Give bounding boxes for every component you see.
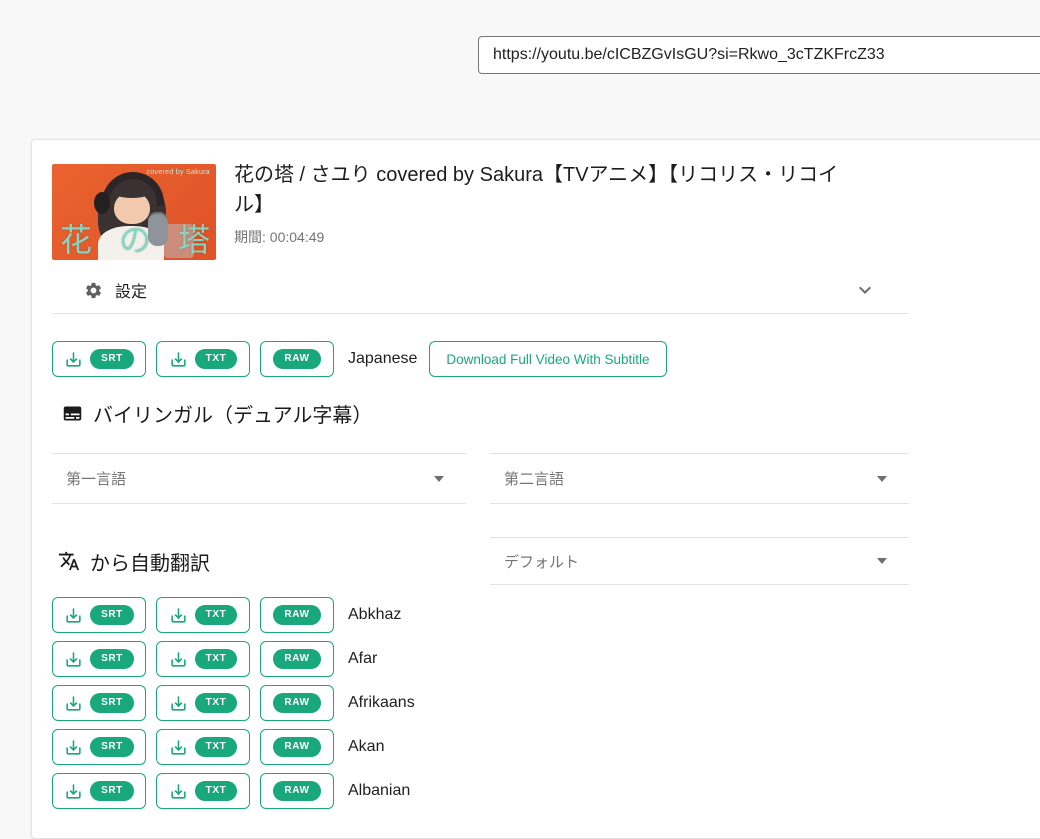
video-title: 花の塔 / さユり covered by Sakura【TVアニメ】【リコリス・… xyxy=(234,160,859,220)
download-full-video-button[interactable]: Download Full Video With Subtitle xyxy=(429,341,666,377)
srt-badge: SRT xyxy=(90,349,134,369)
first-language-select[interactable]: 第一言語 xyxy=(52,453,466,504)
download-icon xyxy=(64,350,83,369)
language-name: Akan xyxy=(348,738,384,756)
srt-badge: SRT xyxy=(90,693,134,713)
download-raw-button[interactable]: RAW xyxy=(260,773,334,809)
thumbnail-title-text: 花の塔 xyxy=(52,220,216,260)
download-raw-button[interactable]: RAW xyxy=(260,685,334,721)
second-language-select[interactable]: 第二言語 xyxy=(490,453,909,504)
download-icon xyxy=(64,738,83,757)
srt-badge: SRT xyxy=(90,781,134,801)
download-raw-button[interactable]: RAW xyxy=(260,341,334,377)
txt-badge: TXT xyxy=(195,649,238,669)
download-srt-button[interactable]: SRT xyxy=(52,685,146,721)
download-icon xyxy=(169,606,188,625)
srt-badge: SRT xyxy=(90,737,134,757)
auto-translate-heading-label: から自動翻訳 xyxy=(90,547,210,576)
raw-badge: RAW xyxy=(273,781,320,801)
subtitles-icon xyxy=(62,403,83,424)
main-downloads-row: SRT TXT RAW Japanese Download Full Video… xyxy=(52,341,1040,377)
download-txt-button[interactable]: TXT xyxy=(156,341,250,377)
download-srt-button[interactable]: SRT xyxy=(52,597,146,633)
download-srt-button[interactable]: SRT xyxy=(52,641,146,677)
language-row: SRT TXT RAW Afar xyxy=(52,641,1040,677)
auto-translate-heading: から自動翻訳 xyxy=(52,547,466,576)
headphone-earcup-shape xyxy=(94,192,110,214)
language-name: Afrikaans xyxy=(348,694,415,712)
raw-badge: RAW xyxy=(273,693,320,713)
translate-icon xyxy=(58,550,80,572)
language-name: Albanian xyxy=(348,782,410,800)
download-srt-button[interactable]: SRT xyxy=(52,341,146,377)
download-icon xyxy=(64,694,83,713)
language-row: SRT TXT RAW Albanian xyxy=(52,773,1040,809)
txt-badge: TXT xyxy=(195,737,238,757)
video-url-input[interactable] xyxy=(478,36,1040,74)
download-icon xyxy=(169,650,188,669)
language-name: Afar xyxy=(348,650,377,668)
video-card: covered by Sakura 花の塔 花の塔 / さユり covered … xyxy=(31,139,1040,839)
download-srt-button[interactable]: SRT xyxy=(52,773,146,809)
languages-list: SRT TXT RAW Abkhaz SRT TXT RAW xyxy=(52,597,1040,809)
raw-badge: RAW xyxy=(273,605,320,625)
txt-badge: TXT xyxy=(195,349,238,369)
download-icon xyxy=(169,694,188,713)
video-meta: 花の塔 / さユり covered by Sakura【TVアニメ】【リコリス・… xyxy=(234,160,859,260)
bilingual-heading-label: バイリンガル（デュアル字幕） xyxy=(93,399,372,428)
language-row: SRT TXT RAW Afrikaans xyxy=(52,685,1040,721)
bilingual-selects-row: 第一言語 第二言語 xyxy=(52,453,1040,504)
download-txt-button[interactable]: TXT xyxy=(156,729,250,765)
settings-header: 設定 xyxy=(84,278,147,302)
settings-accordion[interactable]: 設定 xyxy=(52,274,909,306)
first-language-placeholder: 第一言語 xyxy=(66,468,126,489)
download-icon xyxy=(169,350,188,369)
raw-badge: RAW xyxy=(273,737,320,757)
download-txt-button[interactable]: TXT xyxy=(156,685,250,721)
txt-badge: TXT xyxy=(195,693,238,713)
dropdown-caret-icon xyxy=(877,558,887,564)
download-icon xyxy=(64,606,83,625)
download-icon xyxy=(64,782,83,801)
language-name: Abkhaz xyxy=(348,606,401,624)
download-txt-button[interactable]: TXT xyxy=(156,641,250,677)
txt-badge: TXT xyxy=(195,781,238,801)
srt-badge: SRT xyxy=(90,649,134,669)
txt-badge: TXT xyxy=(195,605,238,625)
raw-badge: RAW xyxy=(273,649,320,669)
language-row: SRT TXT RAW Abkhaz xyxy=(52,597,1040,633)
video-duration: 期間: 00:04:49 xyxy=(234,227,859,247)
srt-badge: SRT xyxy=(90,605,134,625)
download-icon xyxy=(64,650,83,669)
download-raw-button[interactable]: RAW xyxy=(260,597,334,633)
download-icon xyxy=(169,738,188,757)
video-thumbnail: covered by Sakura 花の塔 xyxy=(52,164,216,260)
dropdown-caret-icon xyxy=(877,476,887,482)
download-txt-button[interactable]: TXT xyxy=(156,773,250,809)
download-srt-button[interactable]: SRT xyxy=(52,729,146,765)
download-raw-button[interactable]: RAW xyxy=(260,729,334,765)
download-icon xyxy=(169,782,188,801)
bilingual-heading: バイリンガル（デュアル字幕） xyxy=(62,399,1040,427)
headphone-shape xyxy=(102,172,164,206)
current-language-label: Japanese xyxy=(348,350,417,368)
download-raw-button[interactable]: RAW xyxy=(260,641,334,677)
thumbnail-credit-text: covered by Sakura xyxy=(147,169,210,176)
dropdown-caret-icon xyxy=(434,476,444,482)
default-language-select[interactable]: デフォルト xyxy=(490,537,909,585)
gear-icon xyxy=(84,281,103,300)
chevron-down-icon[interactable] xyxy=(853,278,877,302)
divider xyxy=(52,313,909,314)
language-row: SRT TXT RAW Akan xyxy=(52,729,1040,765)
default-language-placeholder: デフォルト xyxy=(504,551,579,572)
auto-translate-row: から自動翻訳 デフォルト xyxy=(52,537,1040,585)
raw-badge: RAW xyxy=(273,349,320,369)
download-txt-button[interactable]: TXT xyxy=(156,597,250,633)
second-language-placeholder: 第二言語 xyxy=(504,468,564,489)
video-info-row: covered by Sakura 花の塔 花の塔 / さユり covered … xyxy=(52,164,1040,260)
settings-label: 設定 xyxy=(115,278,147,302)
